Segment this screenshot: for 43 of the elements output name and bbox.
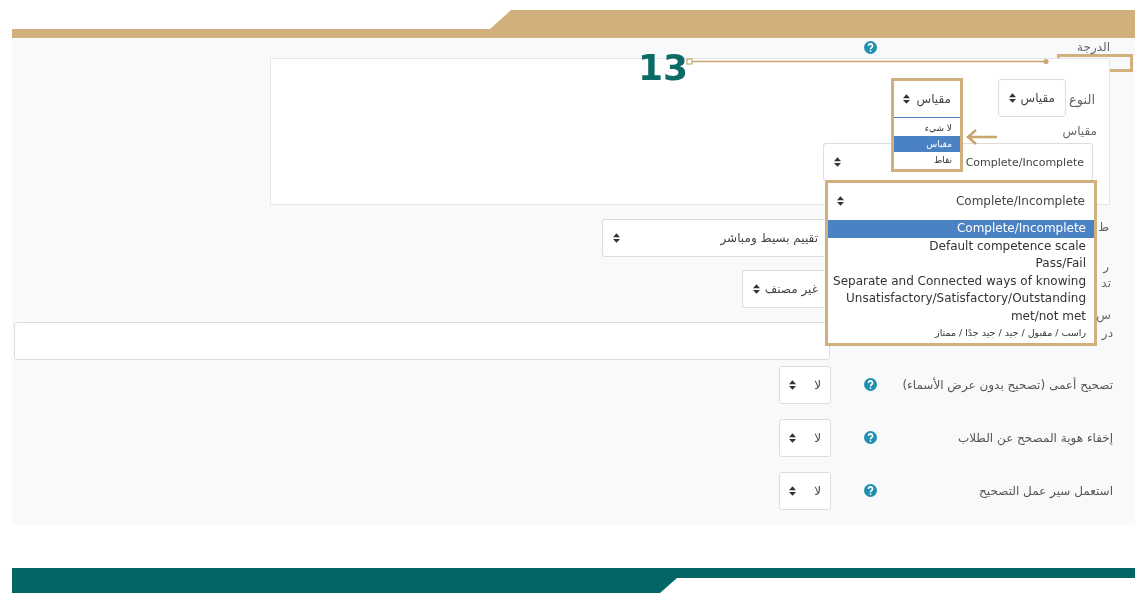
sort-icon (903, 94, 910, 104)
callout-number: 13 (638, 50, 689, 86)
select-field[interactable]: تقييم بسيط ومباشر (602, 219, 824, 257)
sort-icon (837, 195, 844, 206)
select-field[interactable]: غير مصنف (742, 270, 824, 308)
sort-icon (613, 233, 620, 243)
yes-no-select[interactable]: لا (779, 471, 831, 510)
setting-label: إخفاء هوية المصحح عن الطلاب (956, 430, 1113, 445)
setting-label: استعمل سير عمل التصحيح (978, 483, 1113, 498)
field-label: س (1096, 308, 1111, 322)
yes-no-select[interactable]: لا (779, 365, 831, 404)
arrow-icon (966, 129, 998, 145)
help-icon[interactable] (864, 378, 877, 391)
yes-no-select[interactable]: لا (779, 418, 831, 457)
help-icon[interactable] (864, 41, 877, 54)
field-label: ر (1103, 259, 1109, 273)
help-icon[interactable] (864, 484, 877, 497)
type-select[interactable]: مقياس (998, 79, 1066, 117)
dropdown-option[interactable]: Default competence scale (828, 237, 1094, 255)
dropdown-option[interactable]: met/not met (828, 307, 1094, 325)
sort-icon (753, 284, 760, 294)
field-label: النوع (1069, 92, 1095, 107)
dropdown-option[interactable]: Unsatisfactory/Satisfactory/Outstanding (828, 290, 1094, 308)
dropdown-option[interactable]: لا شيء (894, 120, 960, 136)
field-label: الدرجة (1077, 40, 1110, 54)
sort-icon (789, 379, 796, 390)
sort-icon (834, 157, 841, 167)
dropdown-option[interactable]: مقياس (894, 136, 960, 152)
sort-icon (789, 485, 796, 496)
dropdown-option[interactable]: نقاط (894, 152, 960, 168)
dropdown-option[interactable]: Complete/Incomplete (828, 220, 1094, 238)
sort-icon (1009, 93, 1016, 103)
field-label: مقياس (1062, 124, 1097, 138)
field-label: ط (1097, 220, 1109, 234)
help-icon[interactable] (864, 431, 877, 444)
dropdown-option[interactable]: Pass/Fail (828, 255, 1094, 273)
field-label: تد (1101, 276, 1111, 290)
field-label: در (1101, 326, 1113, 340)
input-field[interactable] (14, 322, 830, 360)
setting-label: تصحيح أعمى (تصحيح بدون عرض الأسماء) (901, 377, 1113, 392)
dropdown-option[interactable]: راسب / مقبول / جيد / جيد جدًا / ممتاز (828, 325, 1094, 340)
sort-icon (789, 432, 796, 443)
dropdown-option[interactable]: Separate and Connected ways of knowing (828, 272, 1094, 290)
